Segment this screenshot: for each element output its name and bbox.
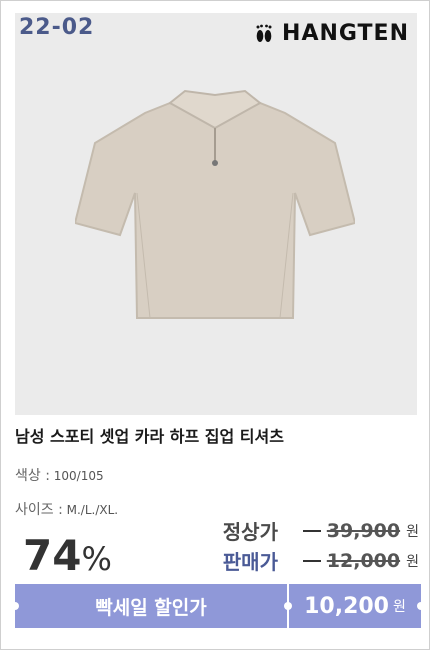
promo-label[interactable]: 빡세일 할인가	[15, 584, 287, 628]
discount-value: 74	[23, 531, 82, 580]
color-info: 색상 : 100/105	[15, 465, 104, 485]
regular-price-label: 정상가	[222, 520, 278, 544]
color-value: 100/105	[53, 469, 104, 483]
strike-dash	[302, 529, 321, 532]
promo-price-currency: 원	[393, 599, 406, 615]
product-code: 22-02	[19, 15, 95, 40]
discount-unit: %	[81, 540, 112, 578]
promo-bar[interactable]: 빡세일 할인가 10,200 원	[11, 584, 425, 628]
size-value: M./L./XL.	[66, 503, 119, 517]
product-image[interactable]: 22-02 HANGTEN	[15, 13, 417, 415]
regular-price-value: 39,900	[326, 519, 401, 542]
sale-price-value: 12,000	[326, 549, 401, 572]
sale-price-currency: 원	[406, 553, 419, 570]
ticket-notch-left	[11, 602, 19, 610]
sale-price-row: 판매가 12,000 원	[223, 546, 419, 575]
footprint-icon	[256, 24, 272, 42]
sale-price-label: 판매가	[222, 550, 278, 574]
size-info: 사이즈 : M./L./XL.	[15, 499, 118, 519]
size-label: 사이즈 :	[15, 502, 63, 518]
brand-logo: HANGTEN	[252, 21, 409, 46]
ticket-notch-mid	[284, 602, 292, 610]
regular-price-row: 정상가 39,900 원	[223, 516, 419, 545]
promo-price-value: 10,200	[304, 593, 389, 619]
product-card[interactable]: 22-02 HANGTEN 남성 스포티 셋업 카라 하프 집업 티셔츠 색상 …	[0, 0, 430, 650]
product-title[interactable]: 남성 스포티 셋업 카라 하프 집업 티셔츠	[15, 423, 284, 447]
brand-name: HANGTEN	[282, 21, 409, 46]
color-label: 색상 :	[15, 468, 50, 484]
promo-price[interactable]: 10,200 원	[289, 584, 421, 628]
regular-price-currency: 원	[406, 523, 419, 540]
strike-dash	[302, 559, 321, 562]
discount-rate: 74%	[23, 531, 112, 580]
ticket-notch-right	[417, 602, 425, 610]
shirt-illustration	[75, 89, 355, 319]
